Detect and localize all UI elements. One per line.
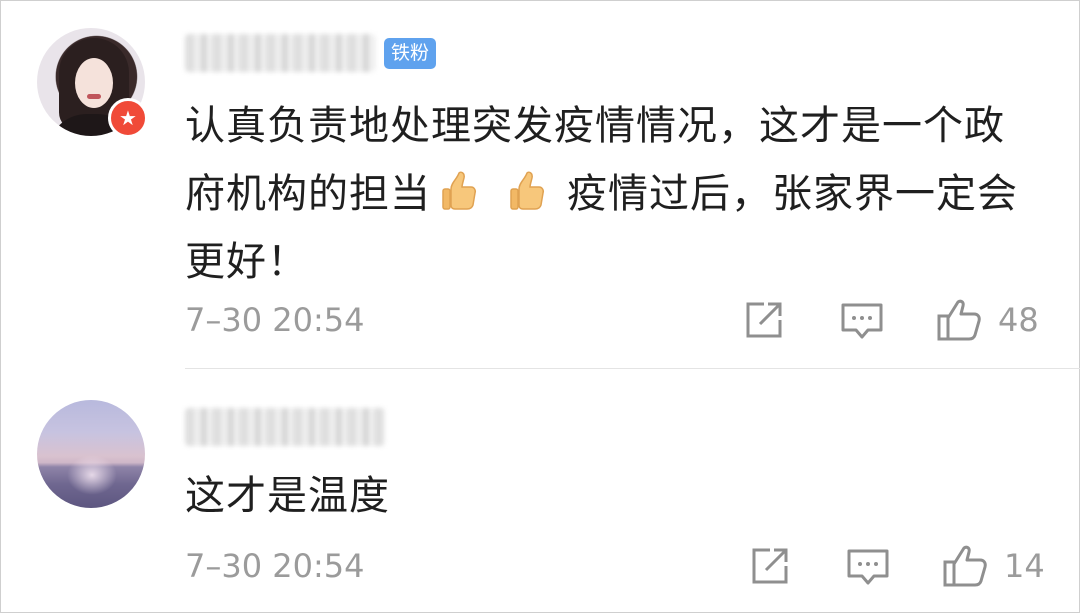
comment-text: 这才是温度 (185, 473, 390, 519)
comment-icon[interactable] (840, 302, 884, 342)
comment-timestamp: 7–30 20:54 (185, 547, 365, 585)
vip-star-icon: ★ (108, 98, 148, 138)
thumbs-up-emoji-icon (510, 171, 544, 210)
comment-timestamp: 7–30 20:54 (185, 301, 365, 339)
avatar-lips (87, 94, 101, 99)
like-count: 14 (1004, 547, 1045, 585)
fan-badge: 铁粉 (384, 38, 436, 69)
share-icon[interactable] (750, 546, 790, 586)
comment-text: 认真负责地处理突发疫情情况，这才是一个政府机构的担当 疫情过后，张家界一定会更好… (185, 92, 1045, 296)
username-blurred[interactable] (185, 408, 385, 446)
avatar[interactable] (37, 400, 145, 508)
divider (185, 368, 1080, 369)
comment-icon[interactable] (846, 548, 890, 588)
thumbs-up-icon[interactable] (942, 544, 988, 588)
like-count: 48 (998, 301, 1039, 339)
avatar-face (75, 58, 113, 108)
thumbs-up-emoji-icon (442, 171, 476, 210)
avatar-glow (67, 455, 117, 495)
thumbs-up-icon[interactable] (936, 298, 982, 342)
username-blurred[interactable] (185, 34, 375, 72)
share-icon[interactable] (744, 300, 784, 340)
